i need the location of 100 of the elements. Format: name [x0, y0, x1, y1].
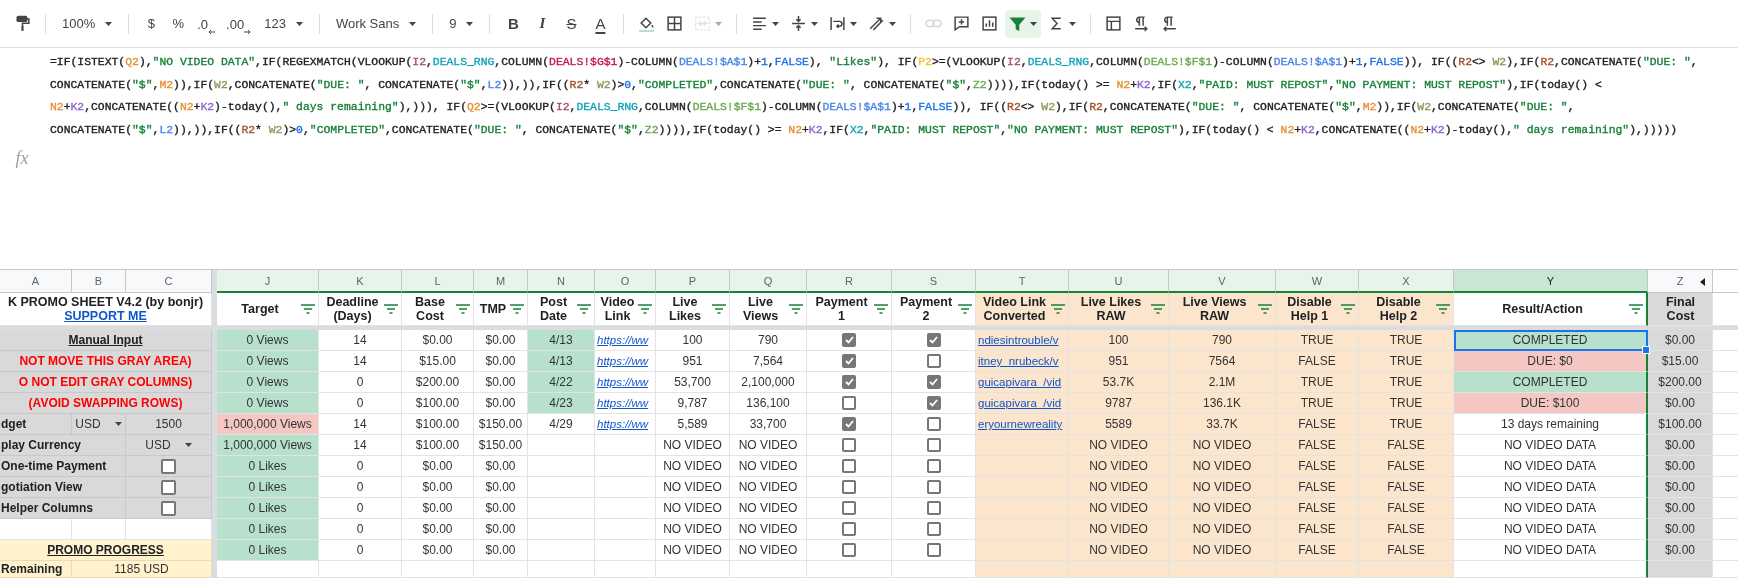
link[interactable]: eryournewreality	[978, 418, 1063, 430]
table-cell: $0.00	[1648, 540, 1713, 561]
link[interactable]: ndiesintrouble/v	[978, 334, 1059, 346]
italic-button[interactable]: I	[529, 9, 556, 38]
checkbox[interactable]	[926, 543, 941, 557]
arrow-right-icon	[244, 28, 252, 35]
filter-icon[interactable]	[301, 304, 315, 314]
increase-decimal-button[interactable]: .00	[222, 9, 256, 38]
dropdown[interactable]: 100%	[56, 9, 119, 38]
column-letter-header[interactable]: P	[656, 270, 730, 293]
checkbox[interactable]	[161, 479, 176, 495]
checkbox[interactable]	[842, 375, 856, 389]
checkbox[interactable]	[926, 501, 941, 515]
checkbox[interactable]	[842, 480, 856, 494]
filter-button[interactable]	[1005, 9, 1042, 38]
table-cell: TRUE	[1359, 330, 1454, 351]
filter-icon[interactable]	[712, 304, 726, 314]
table-cell: 1,000,000 Views	[217, 414, 319, 435]
column-letter-header[interactable]: Z	[1648, 270, 1713, 293]
support-link[interactable]: SUPPORT ME	[64, 309, 147, 323]
text-color-button[interactable]: A	[587, 9, 614, 38]
checkbox[interactable]	[842, 417, 856, 431]
dropdown[interactable]: Work Sans	[329, 9, 423, 38]
column-letter-header[interactable]: L	[402, 270, 474, 293]
number-format-button[interactable]: $	[139, 9, 164, 38]
dropdown[interactable]: 9	[443, 9, 480, 38]
filter-icon[interactable]	[1436, 304, 1450, 314]
checkbox[interactable]	[926, 417, 941, 431]
checkbox[interactable]	[926, 375, 941, 389]
filter-icon[interactable]	[510, 304, 524, 314]
table-cell: $0.00	[474, 456, 528, 477]
column-letter-header[interactable]: C	[126, 270, 212, 293]
column-letter-header[interactable]: S	[892, 270, 976, 293]
checkbox[interactable]	[842, 333, 856, 347]
checkbox[interactable]	[926, 354, 941, 368]
column-letter-header[interactable]: Y	[1454, 270, 1648, 293]
column-letter-header[interactable]: K	[319, 270, 402, 293]
table-cell: 136,100	[730, 393, 807, 414]
filter-icon[interactable]	[456, 304, 470, 314]
checkbox[interactable]	[926, 333, 941, 347]
column-letter-header[interactable]: U	[1069, 270, 1169, 293]
checkbox[interactable]	[926, 480, 941, 494]
checkbox[interactable]	[842, 438, 856, 452]
formula-text[interactable]: =IF(ISTEXT(Q2),"NO VIDEO DATA",IF(REGEXMATCH(VLOOKUP(I2,DEALS_RNG,COLUMN(DEALS!$G$1)-COLUMN(DEALS!$A$1)+1,FALSE), "Likes"), IF(P2>=(VLOOKUP(I2,DEALS_RNG,COLUMN(DEALS!$F$1)-COLUMN(DEALS!$A$1)+1,FALSE)), IF((R2<> W2),IF(R2,CONCATENATE("DUE: ", CONCATENATE("$",M2)),IF(W2,CONCATENATE("DUE: ", CONCATENATE("$",L2)),)),IF((R2* W2)>0,"COMPLETED",CONCATENATE("DUE: ", CONCATENATE("$",Z2)))),IF(today() >= N2+K2,IF(X2,"PAID: MUST REPOST","NO PAYMENT: MUST REPOST"),IF(today() < N2+K2,CONCATENATE((N2+K2)-today()," days remaining"),))), IF(Q2>=(VLOOKUP(I2,DEALS_RNG,COLUMN(DEALS!$F$1)-COLUMN(DEALS!$A$1)+1,FALSE)), IF((R2<> W2),IF(R2,CONCATENATE("DUE: ", CONCATENATE("$",M2)),IF(W2,CONCATENATE("DUE: ", CONCATENATE("$",L2)),)),IF((R2* W2)>0,"COMPLETED",CONCATENATE("DUE: ", CONCATENATE("$",Z2)))),IF(today() >= N2+K2,IF(X2,"PAID: MUST REPOST","NO PAYMENT: MUST REPOST"),IF(today() < N2+K2,CONCATENATE((N2+K2)-today()," days remaining"),)))))	[44, 48, 1698, 142]
link[interactable]: https://ww	[597, 397, 649, 409]
column-letter-header[interactable]: W	[1276, 270, 1359, 293]
checkbox[interactable]	[926, 438, 941, 452]
caret-icon	[772, 21, 780, 26]
currency-dropdown[interactable]: USD	[126, 435, 212, 456]
filter-icon[interactable]	[958, 304, 972, 314]
checkbox[interactable]	[926, 459, 941, 473]
checkbox[interactable]	[161, 500, 176, 516]
column-letter-header[interactable]: O	[595, 270, 656, 293]
column-letter-header[interactable]: V	[1169, 270, 1276, 293]
total-label: Remaining	[0, 561, 72, 578]
filter-icon[interactable]	[1258, 304, 1272, 314]
table-cell: 0	[319, 393, 402, 414]
decrease-decimal-button[interactable]: .0	[193, 9, 220, 38]
column-letter-header[interactable]: T	[976, 270, 1069, 293]
column-letter-header[interactable]: A	[0, 270, 72, 293]
filter-icon[interactable]	[874, 304, 888, 314]
filter-icon[interactable]	[1151, 304, 1165, 314]
column-letter-header[interactable]: J	[217, 270, 319, 293]
checkbox[interactable]	[842, 522, 856, 536]
filter-icon[interactable]	[1341, 304, 1355, 314]
table-cell: FALSE	[1359, 498, 1454, 519]
filter-icon[interactable]	[789, 304, 803, 314]
checkbox[interactable]	[842, 396, 856, 410]
link[interactable]: https://ww	[597, 355, 649, 367]
expand-arrow-icon[interactable]	[1700, 278, 1705, 286]
bold-button[interactable]: B	[500, 9, 527, 38]
link[interactable]: guicapivara_/vid	[978, 376, 1062, 388]
link[interactable]: guicapivara_/vid	[978, 397, 1062, 409]
checkbox[interactable]	[926, 522, 941, 536]
column-letter-header[interactable]: Q	[730, 270, 807, 293]
filter-icon[interactable]	[577, 304, 591, 314]
link[interactable]: itney_nrubeck/v	[978, 355, 1059, 367]
filter-icon[interactable]	[384, 304, 398, 314]
checkbox[interactable]	[161, 458, 176, 474]
column-letter-header[interactable]: R	[807, 270, 892, 293]
column-letter-header[interactable]: X	[1359, 270, 1454, 293]
checkbox[interactable]	[842, 501, 856, 515]
link[interactable]: https://ww	[597, 334, 649, 346]
column-letter-header[interactable]: N	[528, 270, 595, 293]
currency-dropdown[interactable]: USD	[72, 414, 126, 435]
checkbox[interactable]	[842, 354, 856, 368]
checkbox[interactable]	[842, 459, 856, 473]
filter-icon[interactable]	[1629, 304, 1643, 314]
strikethrough-button[interactable]: S	[558, 9, 585, 38]
filter-icon[interactable]	[1051, 304, 1065, 314]
dropdown[interactable]: 123	[258, 9, 309, 38]
column-letter-header[interactable]: M	[474, 270, 528, 293]
number-format-button[interactable]: %	[166, 9, 191, 38]
link[interactable]: https://ww	[597, 376, 649, 388]
filter-icon[interactable]	[638, 304, 652, 314]
checkbox[interactable]	[842, 543, 856, 557]
table-cell: $100.00	[402, 435, 474, 456]
column-letter-header[interactable]: B	[72, 270, 126, 293]
link[interactable]: https://ww	[597, 418, 649, 430]
checkbox[interactable]	[926, 396, 941, 410]
